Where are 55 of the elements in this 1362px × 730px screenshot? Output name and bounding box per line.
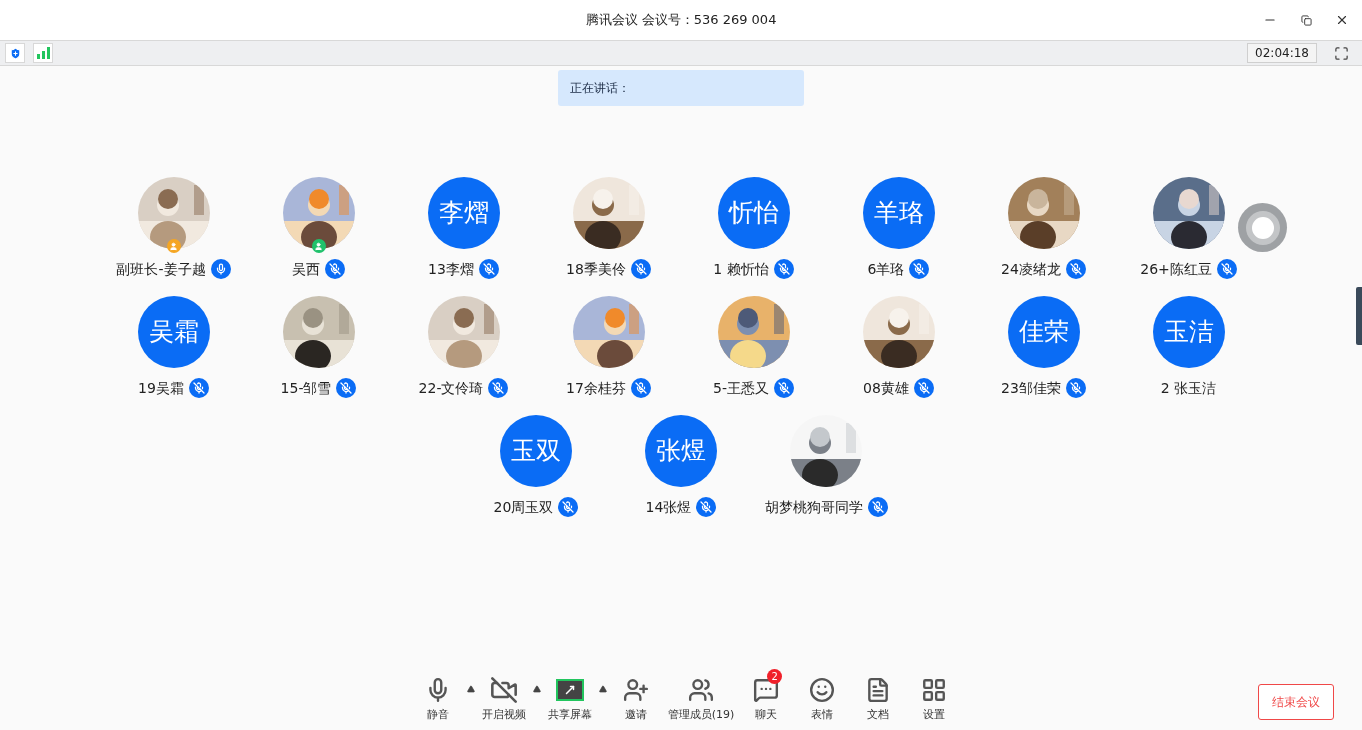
fullscreen-icon[interactable]	[1333, 45, 1349, 61]
participant-name: 22-文伶琦	[418, 378, 484, 398]
avatar: 玉洁	[1152, 296, 1225, 368]
toolbar-button[interactable]: 静音	[409, 674, 466, 724]
toolbar-button[interactable]: 文档	[850, 674, 907, 724]
smile-icon	[809, 676, 836, 703]
speaking-indicator: 正在讲话：	[558, 70, 804, 106]
unread-badge: 2	[767, 668, 783, 684]
participant-name: 23邹佳荣	[1001, 378, 1061, 398]
avatar: 张煜	[645, 415, 717, 487]
window-title: 腾讯会议 会议号：536 269 004	[585, 11, 777, 30]
meeting-timer: 02:04:18	[1247, 43, 1317, 63]
side-panel-handle[interactable]	[1356, 287, 1362, 345]
avatar: 玉双	[500, 415, 572, 487]
participant-name: 24凌绪龙	[1001, 259, 1061, 279]
toolbar-button[interactable]: 共享屏幕	[541, 674, 598, 724]
grid-icon	[921, 676, 948, 703]
end-meeting-button[interactable]: 结束会议	[1258, 684, 1334, 720]
caret-icon[interactable]	[465, 684, 476, 693]
avatar: 羊珞	[862, 177, 935, 249]
participant-name: 2 张玉洁	[1160, 378, 1217, 398]
toolbar-button[interactable]: 设置	[906, 674, 963, 724]
participant-name: 08黄雄	[863, 378, 909, 398]
toolbar-button[interactable]: 表情	[794, 674, 851, 724]
caret-icon[interactable]	[597, 684, 608, 693]
participant-name: 1 赖忻怡	[713, 259, 769, 279]
toolbar-button[interactable]: 邀请	[607, 674, 664, 724]
avatar: 佳荣	[1007, 296, 1080, 368]
toolbar-button[interactable]: 管理成员(19)	[663, 674, 739, 724]
close-icon[interactable]	[1335, 13, 1349, 27]
participant-name: 19吴霜	[138, 378, 184, 398]
avatar: 忻怡	[717, 177, 790, 249]
loading-ring-icon	[1238, 203, 1287, 252]
restore-icon[interactable]	[1300, 14, 1312, 26]
share-screen-icon	[555, 678, 584, 701]
avatar: 李熠	[427, 177, 500, 249]
participant-name: 5-王悉又	[713, 378, 769, 398]
participant-name: 15-邹雪	[280, 378, 332, 398]
participant-name: 副班长-姜子越	[116, 259, 206, 279]
shield-icon[interactable]	[8, 46, 22, 60]
participant-name: 14张煜	[645, 497, 692, 517]
participant-name: 13李熠	[428, 259, 474, 279]
participant-name: 吴西	[292, 259, 320, 279]
participant-name: 20周玉双	[493, 497, 554, 517]
caret-icon[interactable]	[531, 684, 542, 693]
participant-name: 26+陈红豆	[1140, 259, 1212, 279]
participant-name: 17余桂芬	[566, 378, 626, 398]
users-icon	[688, 676, 714, 703]
participant-name: 18季美伶	[566, 259, 626, 279]
video-off-icon	[489, 675, 518, 704]
add-user-icon	[622, 676, 649, 703]
participant-name: 6羊珞	[867, 259, 905, 279]
participant-name: 胡梦桃狗哥同学	[764, 497, 863, 517]
toolbar-button[interactable]: 开启视频	[475, 674, 532, 724]
avatar: 吴霜	[137, 296, 210, 368]
